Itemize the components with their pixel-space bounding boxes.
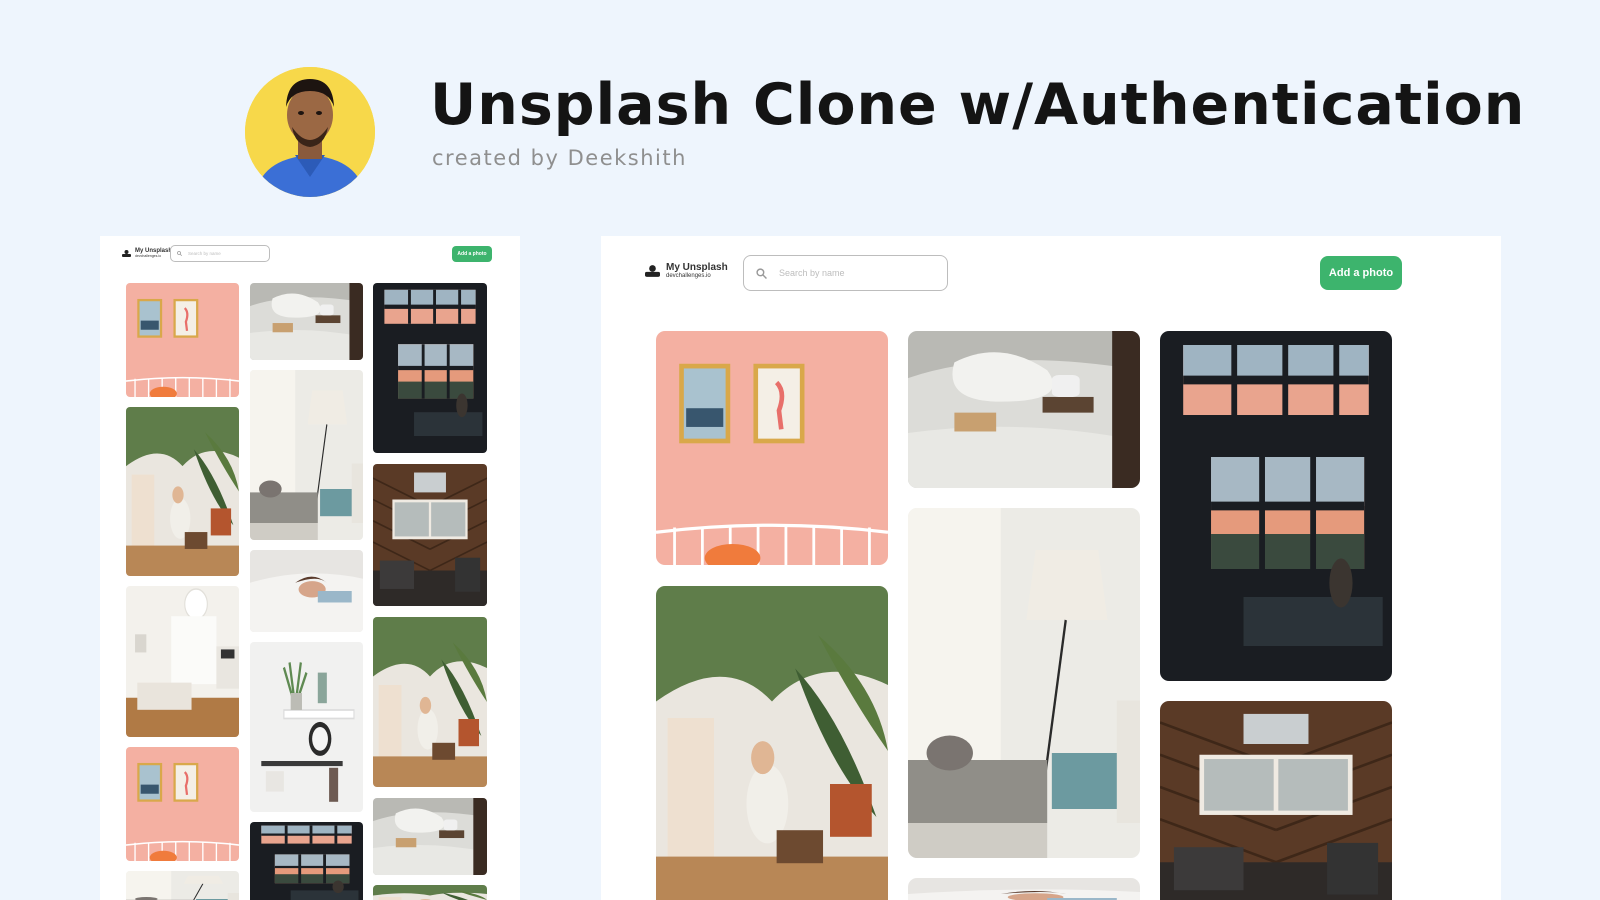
add-photo-button[interactable]: Add a photo [452, 246, 492, 262]
search-placeholder: Search by name [188, 251, 221, 256]
search-placeholder: Search by name [779, 268, 845, 278]
creator-avatar [245, 67, 375, 197]
photo-tile[interactable] [373, 798, 487, 875]
photo-tile[interactable] [373, 885, 487, 900]
photo-tile[interactable] [908, 331, 1140, 488]
camera-logo-icon [645, 264, 660, 277]
photo-tile[interactable] [126, 586, 239, 737]
brand-title: My Unsplash [666, 262, 728, 273]
photo-tile[interactable] [250, 370, 363, 540]
photo-tile[interactable] [373, 617, 487, 787]
photo-tile[interactable] [250, 822, 363, 900]
page-title: Unsplash Clone w/Authentication [430, 72, 1526, 138]
photo-tile[interactable] [250, 642, 363, 812]
photo-tile[interactable] [126, 871, 239, 900]
photo-tile[interactable] [126, 747, 239, 861]
photo-tile[interactable] [1160, 331, 1392, 681]
brand-text: My Unsplash devchallenges.io [135, 248, 172, 258]
camera-logo-icon [122, 249, 131, 257]
search-input[interactable]: Search by name [743, 255, 948, 291]
photo-tile[interactable] [656, 586, 888, 900]
photo-tile[interactable] [656, 331, 888, 565]
photo-tile[interactable] [250, 550, 363, 632]
search-icon [177, 251, 182, 256]
photo-tile[interactable] [126, 407, 239, 576]
search-icon [756, 267, 767, 279]
photo-tile[interactable] [373, 464, 487, 606]
photo-tile[interactable] [373, 283, 487, 453]
photo-tile[interactable] [250, 283, 363, 360]
app-brand[interactable]: My Unsplash devchallenges.io [645, 262, 728, 279]
large-preview-panel: My Unsplash devchallenges.io Search by n… [601, 236, 1501, 900]
brand-text: My Unsplash devchallenges.io [666, 262, 728, 279]
page-subtitle: created by Deekshith [432, 146, 687, 170]
photo-tile[interactable] [908, 508, 1140, 858]
photo-tile[interactable] [126, 283, 239, 397]
brand-subtitle: devchallenges.io [666, 273, 711, 279]
brand-subtitle: devchallenges.io [135, 254, 162, 258]
small-preview-panel: My Unsplash devchallenges.io Search by n… [100, 236, 520, 900]
app-brand[interactable]: My Unsplash devchallenges.io [122, 248, 172, 258]
photo-tile[interactable] [908, 878, 1140, 900]
search-input[interactable]: Search by name [170, 245, 270, 262]
photo-tile[interactable] [1160, 701, 1392, 900]
add-photo-button[interactable]: Add a photo [1320, 256, 1402, 290]
